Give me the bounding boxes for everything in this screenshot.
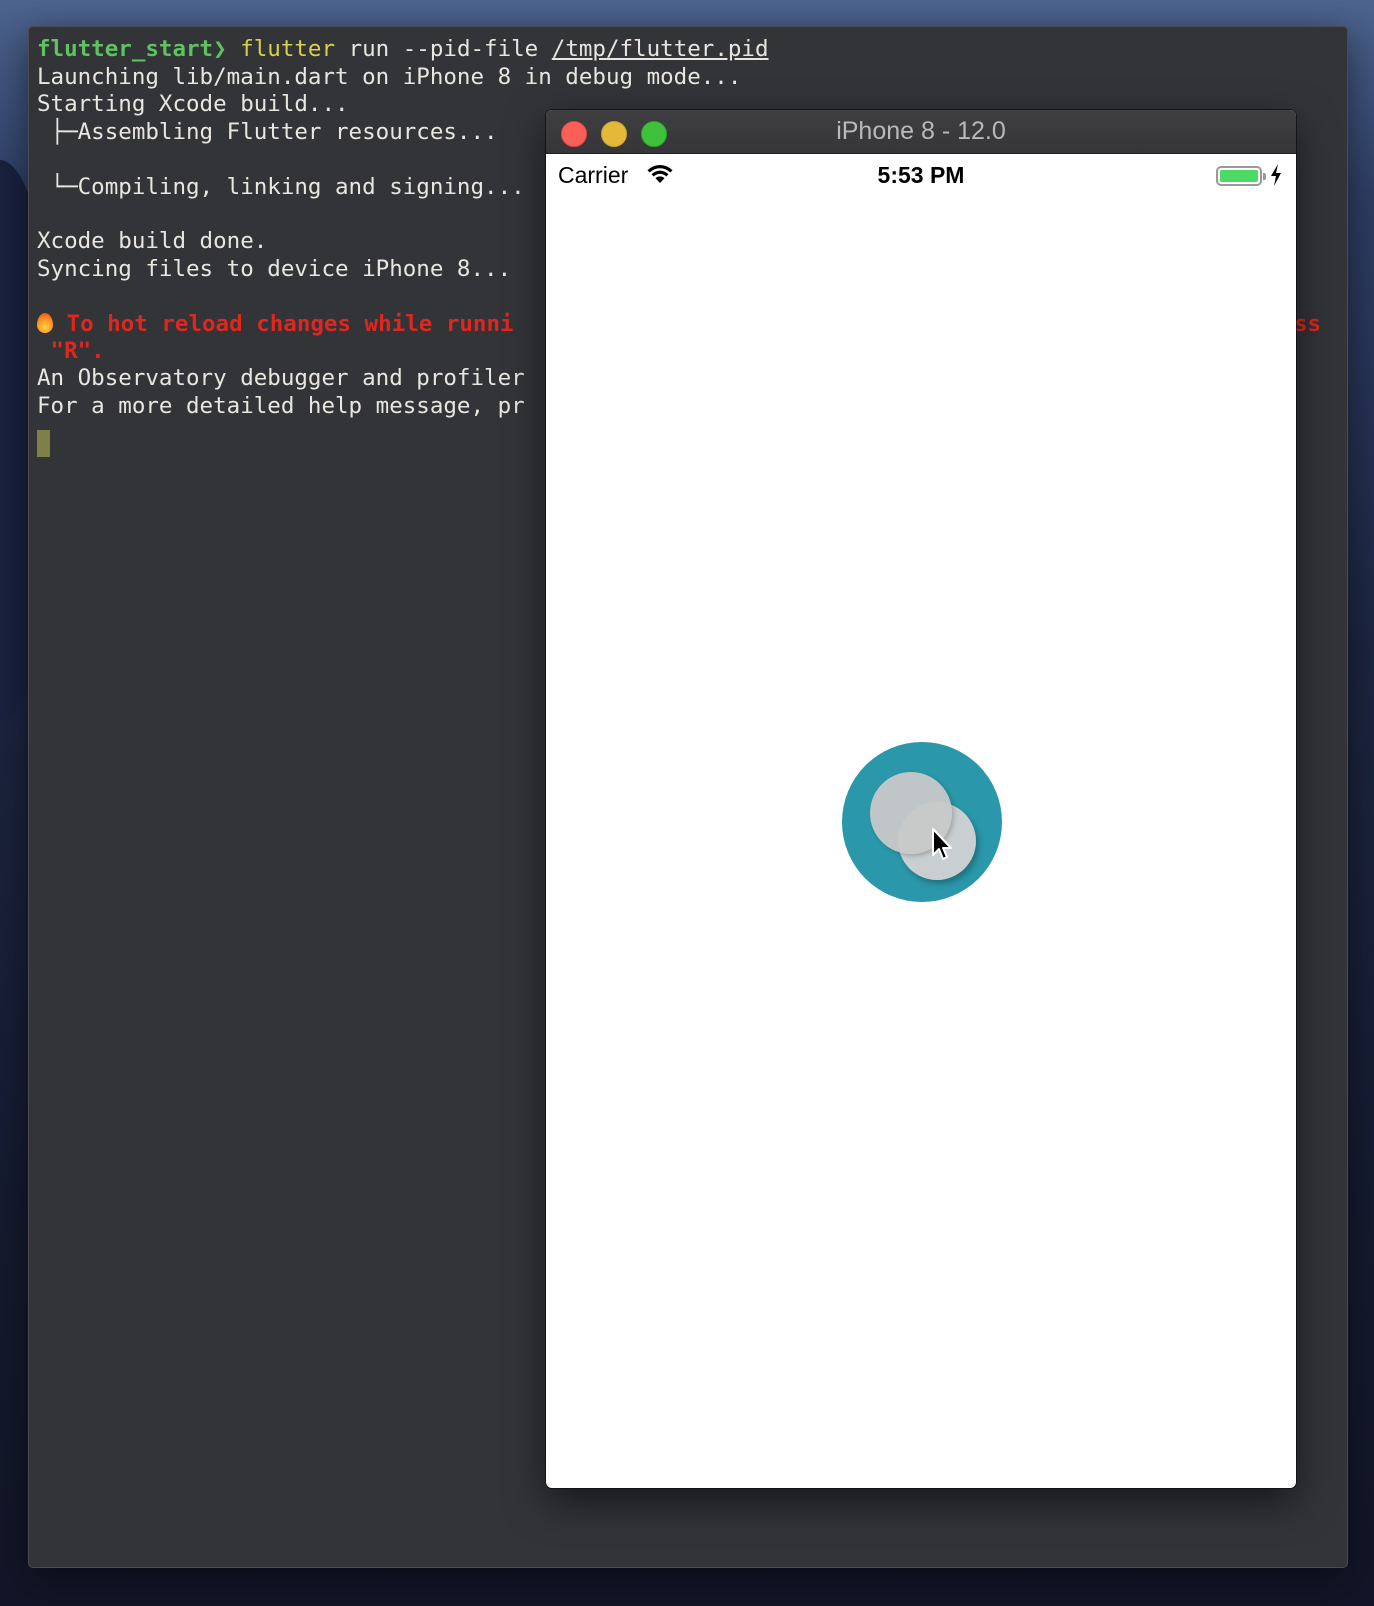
fire-icon <box>37 313 53 333</box>
warning-tail: ss <box>1294 311 1322 337</box>
warning-text: To hot reload changes while runni <box>53 311 514 337</box>
terminal-output-line: Syncing files to device iPhone 8... <box>37 256 512 282</box>
terminal-output-line: Xcode build done. <box>37 228 268 254</box>
terminal-output-line: For a more detailed help message, pr <box>37 393 525 419</box>
charging-bolt-icon <box>1271 164 1281 186</box>
terminal-output-line: Starting Xcode build... <box>37 91 349 117</box>
mouse-pointer-icon <box>932 828 952 860</box>
command-name: flutter <box>240 36 336 62</box>
prompt-arrow: ❯ <box>213 36 227 62</box>
warning-text-continued: "R". <box>37 338 105 364</box>
floating-action-button[interactable] <box>842 742 1002 902</box>
simulator-titlebar[interactable]: iPhone 8 - 12.0 <box>546 110 1296 154</box>
command-path: /tmp/flutter.pid <box>551 36 769 62</box>
terminal-output-line: Launching lib/main.dart on iPhone 8 in d… <box>37 64 742 90</box>
simulator-window[interactable]: iPhone 8 - 12.0 Carrier 5:53 PM <box>546 110 1296 1488</box>
simulator-title: iPhone 8 - 12.0 <box>836 117 1006 145</box>
terminal-output-line: └─Compiling, linking and signing... <box>37 174 525 200</box>
terminal-output-line: ├─Assembling Flutter resources... <box>37 119 498 145</box>
hot-reload-warning: To hot reload changes while runni <box>37 310 514 338</box>
prompt-directory: flutter_start <box>37 36 214 62</box>
terminal-output-line: An Observatory debugger and profiler <box>37 365 525 391</box>
battery-icon <box>1216 166 1262 186</box>
ios-status-bar: Carrier 5:53 PM <box>546 154 1296 196</box>
command-args: run --pid-file <box>335 36 552 62</box>
battery-level-fill <box>1220 170 1258 182</box>
terminal-prompt-line: flutter_start❯ flutter run --pid-file /t… <box>37 35 769 63</box>
battery-tip <box>1263 173 1266 180</box>
terminal-cursor <box>37 430 50 457</box>
status-time: 5:53 PM <box>877 162 965 188</box>
